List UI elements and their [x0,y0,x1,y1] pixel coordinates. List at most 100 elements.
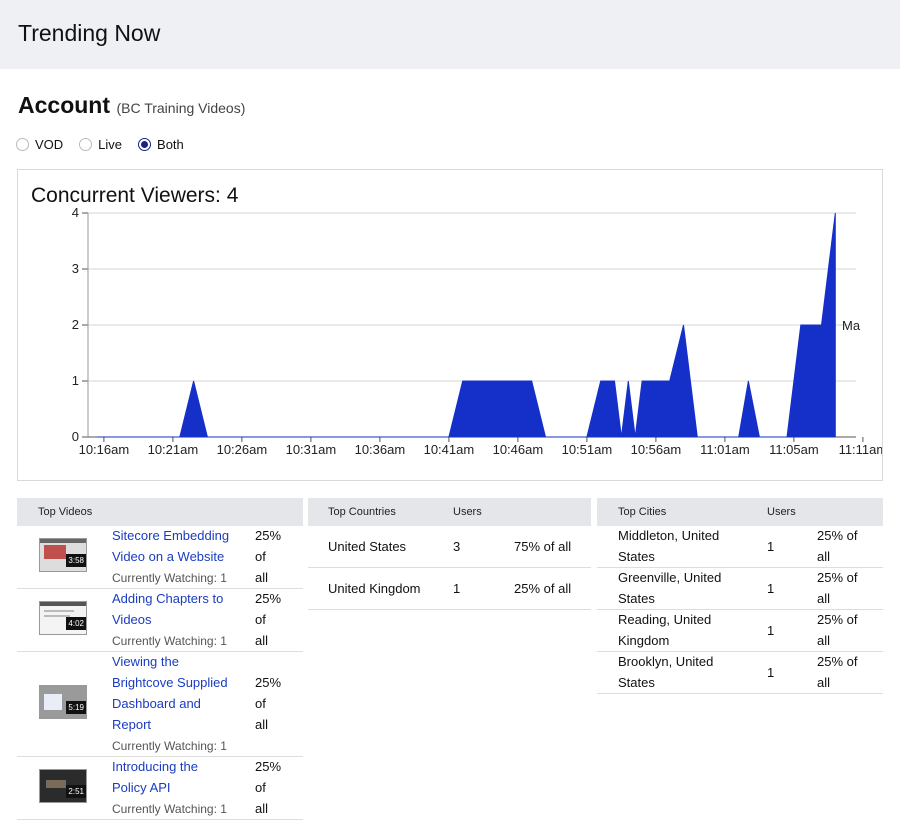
video-title-line[interactable]: Viewing the [112,654,179,669]
chart-annotation: Ma [842,318,861,333]
video-duration: 2:51 [66,785,86,798]
city-row: Brooklyn, United States 1 25% of all [597,652,883,694]
city-pct: 25% of [817,570,858,585]
x-tick-label: 10:31am [286,442,337,457]
video-thumbnail[interactable]: 5:19 [39,685,87,719]
chart-canvas: 0123410:16am 10:21am 10:26am 10:31am 10:36am… [72,205,882,457]
video-pct: of [255,696,266,711]
city-pct: all [817,633,831,648]
video-pct: all [255,717,269,732]
country-row: United Kingdom 1 25% of all [308,568,591,610]
video-duration: 4:02 [66,617,86,630]
city-name: States [618,549,655,564]
city-name: Kingdom [618,633,670,648]
x-tick-label: 10:56am [631,442,682,457]
video-pct: 25% [255,759,282,774]
top-videos-header-label: Top Videos [38,506,93,518]
video-thumbnail[interactable]: 3:58 [39,538,87,572]
video-title-line[interactable]: Report [112,717,151,732]
x-tick-label: 11:01am [700,442,750,457]
video-pct: of [255,549,266,564]
account-heading: Account (BC Training Videos) [18,92,245,119]
country-pct: 25% of all [514,581,572,596]
top-countries-header-label: Top Countries [328,506,396,518]
city-users: 1 [767,539,775,554]
top-videos-header: Top Videos [17,498,303,526]
video-row: 4:02 Adding Chapters to Videos Currently… [17,589,303,652]
video-pct: of [255,612,266,627]
y-tick-label: 4 [72,205,79,220]
video-currently-watching: Currently Watching: 1 [112,802,227,816]
video-title-line[interactable]: Introducing the [112,759,198,774]
video-title-line[interactable]: Sitecore Embedding [112,528,229,543]
top-videos-panel: Top Videos 3:58 Sitecore Embedding Video… [17,498,303,820]
city-pct: all [817,675,831,690]
x-tick-label: 11:11am [839,442,882,457]
video-pct: 25% [255,591,282,606]
top-cities-users-header: Users [767,506,796,518]
city-name: States [618,591,655,606]
video-title-line[interactable]: Policy API [112,780,171,795]
account-title: Account [18,92,110,118]
x-tick-label: 11:05am [769,442,819,457]
video-title-line[interactable]: Adding Chapters to [112,591,223,606]
country-name: United States [328,539,407,554]
video-currently-watching: Currently Watching: 1 [112,739,227,753]
y-tick-label: 1 [72,373,79,388]
x-tick-label: 10:41am [424,442,475,457]
country-pct: 75% of all [514,539,572,554]
city-pct: all [817,591,831,606]
city-pct: 25% of [817,528,858,543]
video-row: 2:51 Introducing the Policy API Currentl… [17,757,303,820]
city-name: Brooklyn, United [618,654,714,669]
video-thumbnail[interactable]: 2:51 [39,769,87,803]
country-users: 3 [453,539,461,554]
city-row: Reading, United Kingdom 1 25% of all [597,610,883,652]
x-tick-label: 10:16am [79,442,130,457]
video-pct: all [255,633,269,648]
top-bar: Trending Now [0,0,900,69]
city-users: 1 [767,581,775,596]
top-countries-users-header: Users [453,506,482,518]
radio-vod-indicator[interactable] [16,138,29,151]
video-title-line[interactable]: Video on a Website [112,549,224,564]
radio-both[interactable]: Both [138,137,184,152]
radio-both-label: Both [157,137,184,152]
radio-live[interactable]: Live [79,137,122,152]
y-tick-label: 2 [72,317,79,332]
video-thumbnail[interactable]: 4:02 [39,601,87,635]
city-name: Middleton, United [618,528,720,543]
country-name: United Kingdom [328,581,421,596]
x-tick-label: 10:26am [217,442,268,457]
radio-vod-label: VOD [35,137,64,152]
video-duration: 3:58 [66,554,86,567]
city-pct: all [817,549,831,564]
concurrent-viewers-chart: Concurrent Viewers: 4 0 1 2 3 4 10:16am 10:21a… [17,169,883,481]
top-cities-panel: Top Cities Users Middleton, United State… [597,498,883,694]
account-subtitle: (BC Training Videos) [116,100,246,116]
radio-vod[interactable]: VOD [16,137,63,152]
x-tick-label: 10:46am [493,442,544,457]
video-currently-watching: Currently Watching: 1 [112,571,227,585]
page-title: Trending Now [18,20,161,46]
top-countries-header: Top Countries Users [308,498,591,526]
video-title-line[interactable]: Brightcove Supplied [112,675,228,690]
video-pct: all [255,570,269,585]
city-pct: 25% of [817,654,858,669]
video-pct: of [255,780,266,795]
top-cities-header-label: Top Cities [618,506,667,518]
video-duration: 5:19 [66,701,86,714]
radio-both-indicator[interactable] [138,138,152,151]
city-row: Middleton, United States 1 25% of all [597,526,883,568]
video-title-line[interactable]: Dashboard and [112,696,201,711]
city-users: 1 [767,623,775,638]
city-name: Reading, United [618,612,712,627]
city-name: States [618,675,655,690]
radio-live-indicator[interactable] [79,138,93,151]
city-pct: 25% of [817,612,858,627]
city-row: Greenville, United States 1 25% of all [597,568,883,610]
city-name: Greenville, United [618,570,722,585]
top-cities-header: Top Cities Users [597,498,883,526]
video-title-line[interactable]: Videos [112,612,152,627]
radio-live-label: Live [98,137,123,152]
